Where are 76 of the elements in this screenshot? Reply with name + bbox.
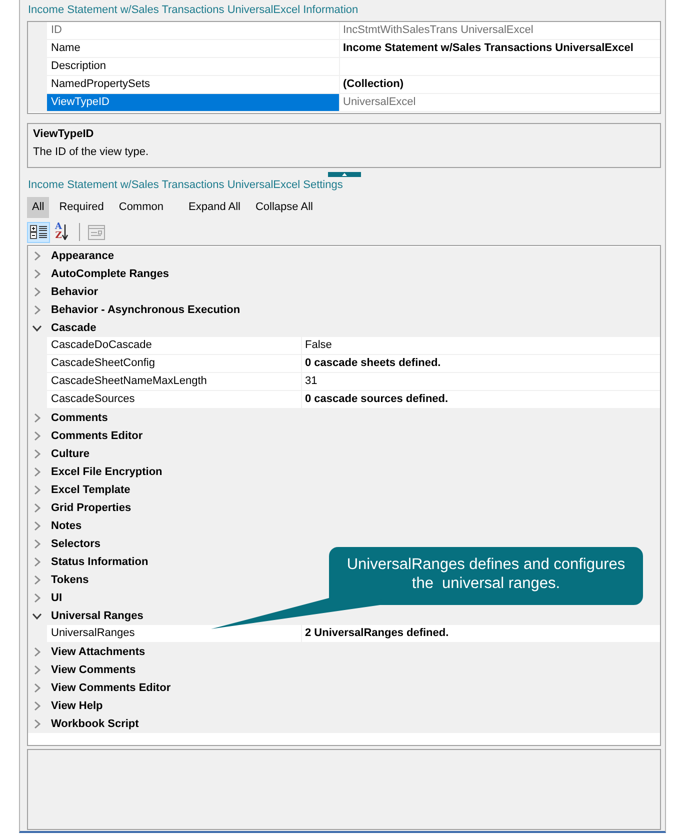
chevron-right-icon[interactable] (34, 701, 40, 711)
property-value[interactable]: UniversalExcel (340, 94, 660, 111)
property-name[interactable]: CascadeSheetNameMaxLength (47, 373, 302, 390)
category-header[interactable]: UI (51, 589, 62, 607)
toolbar-button[interactable]: Collapse All (250, 197, 318, 218)
category-header[interactable]: Excel Template (51, 481, 130, 499)
splitter-handle[interactable] (328, 172, 360, 177)
category-header[interactable]: Behavior (51, 283, 98, 301)
category-header[interactable]: Comments Editor (51, 427, 143, 445)
chevron-right-icon[interactable] (34, 557, 40, 567)
chevron-right-icon[interactable] (34, 521, 40, 531)
description-text: The ID of the view type. (33, 145, 150, 160)
toolbar-button[interactable]: Expand All (184, 197, 246, 218)
chevron-right-icon[interactable] (34, 485, 40, 495)
category-header[interactable]: Notes (51, 517, 82, 535)
property-value[interactable]: IncStmtWithSalesTrans UniversalExcel (340, 22, 660, 39)
chevron-right-icon[interactable] (34, 413, 40, 423)
section-title: Income Statement w/Sales Transactions UniversalExcel Settings (27, 178, 343, 193)
property-value[interactable]: False (302, 337, 660, 354)
chevron-right-icon[interactable] (34, 305, 40, 315)
category-header[interactable]: Selectors (51, 535, 101, 553)
chevron-down-icon[interactable] (32, 324, 42, 332)
filter-tab[interactable]: Common (114, 197, 168, 218)
chevron-right-icon[interactable] (34, 647, 40, 657)
window-icon (88, 224, 105, 240)
chevron-right-icon[interactable] (34, 665, 40, 675)
property-value[interactable]: Income Statement w/Sales Transactions UniversalExcel (340, 40, 660, 57)
property-name[interactable]: CascadeSources (47, 391, 302, 408)
description-title: ViewTypeID (33, 127, 95, 142)
property-name[interactable]: NamedPropertySets (47, 76, 340, 93)
property-name[interactable]: Description (47, 58, 340, 75)
category-header[interactable]: View Comments (51, 661, 136, 679)
property-value[interactable]: 0 cascade sheets defined. (302, 355, 660, 372)
property-value[interactable]: (Collection) (340, 76, 660, 93)
chevron-right-icon[interactable] (34, 431, 40, 441)
chevron-down-icon[interactable] (32, 612, 42, 620)
chevron-right-icon[interactable] (34, 575, 40, 585)
category-header[interactable]: Universal Ranges (51, 607, 144, 625)
property-value[interactable]: 2 UniversalRanges defined. (302, 625, 660, 642)
category-header[interactable]: Culture (51, 445, 90, 463)
chevron-right-icon[interactable] (34, 683, 40, 693)
property-name[interactable]: CascadeSheetConfig (47, 355, 302, 372)
category-header[interactable]: Excel File Encryption (51, 463, 162, 481)
chevron-right-icon[interactable] (34, 449, 40, 459)
arrow-down-icon (62, 224, 68, 240)
category-header[interactable]: Tokens (51, 571, 89, 589)
category-header[interactable]: Grid Properties (51, 499, 132, 517)
chevron-right-icon[interactable] (34, 593, 40, 603)
chevron-right-icon[interactable] (34, 503, 40, 513)
chevron-right-icon[interactable] (34, 251, 40, 261)
property-name[interactable]: ViewTypeID (47, 94, 340, 111)
chevron-right-icon[interactable] (34, 467, 40, 477)
property-name[interactable]: ID (47, 22, 340, 39)
property-name[interactable]: CascadeDoCascade (47, 337, 302, 354)
category-header[interactable]: Appearance (51, 247, 114, 265)
category-header[interactable]: Comments (51, 409, 108, 427)
chevron-right-icon[interactable] (34, 287, 40, 297)
filter-tab[interactable]: All (27, 197, 50, 218)
categorized-view-button[interactable] (27, 222, 50, 242)
category-header[interactable]: AutoComplete Ranges (51, 265, 169, 283)
category-header[interactable]: View Help (51, 697, 103, 715)
section-title: Income Statement w/Sales Transactions UniversalExcel Information (27, 3, 358, 18)
category-header[interactable]: View Comments Editor (51, 679, 171, 697)
property-value[interactable]: 31 (302, 373, 660, 390)
categorized-list-icon (30, 224, 47, 240)
property-value[interactable]: 0 cascade sources defined. (302, 391, 660, 408)
filter-tab[interactable]: Required (54, 197, 109, 218)
category-header[interactable]: Workbook Script (51, 715, 139, 733)
category-header[interactable]: Status Information (51, 553, 148, 571)
category-header[interactable]: View Attachments (51, 643, 146, 661)
chevron-right-icon[interactable] (34, 539, 40, 549)
property-name[interactable]: Name (47, 40, 340, 57)
alphabetical-sort-button[interactable]: A Z (52, 222, 71, 242)
chevron-right-icon[interactable] (34, 719, 40, 729)
category-header[interactable]: Cascade (51, 319, 96, 337)
chevron-right-icon[interactable] (34, 269, 40, 279)
